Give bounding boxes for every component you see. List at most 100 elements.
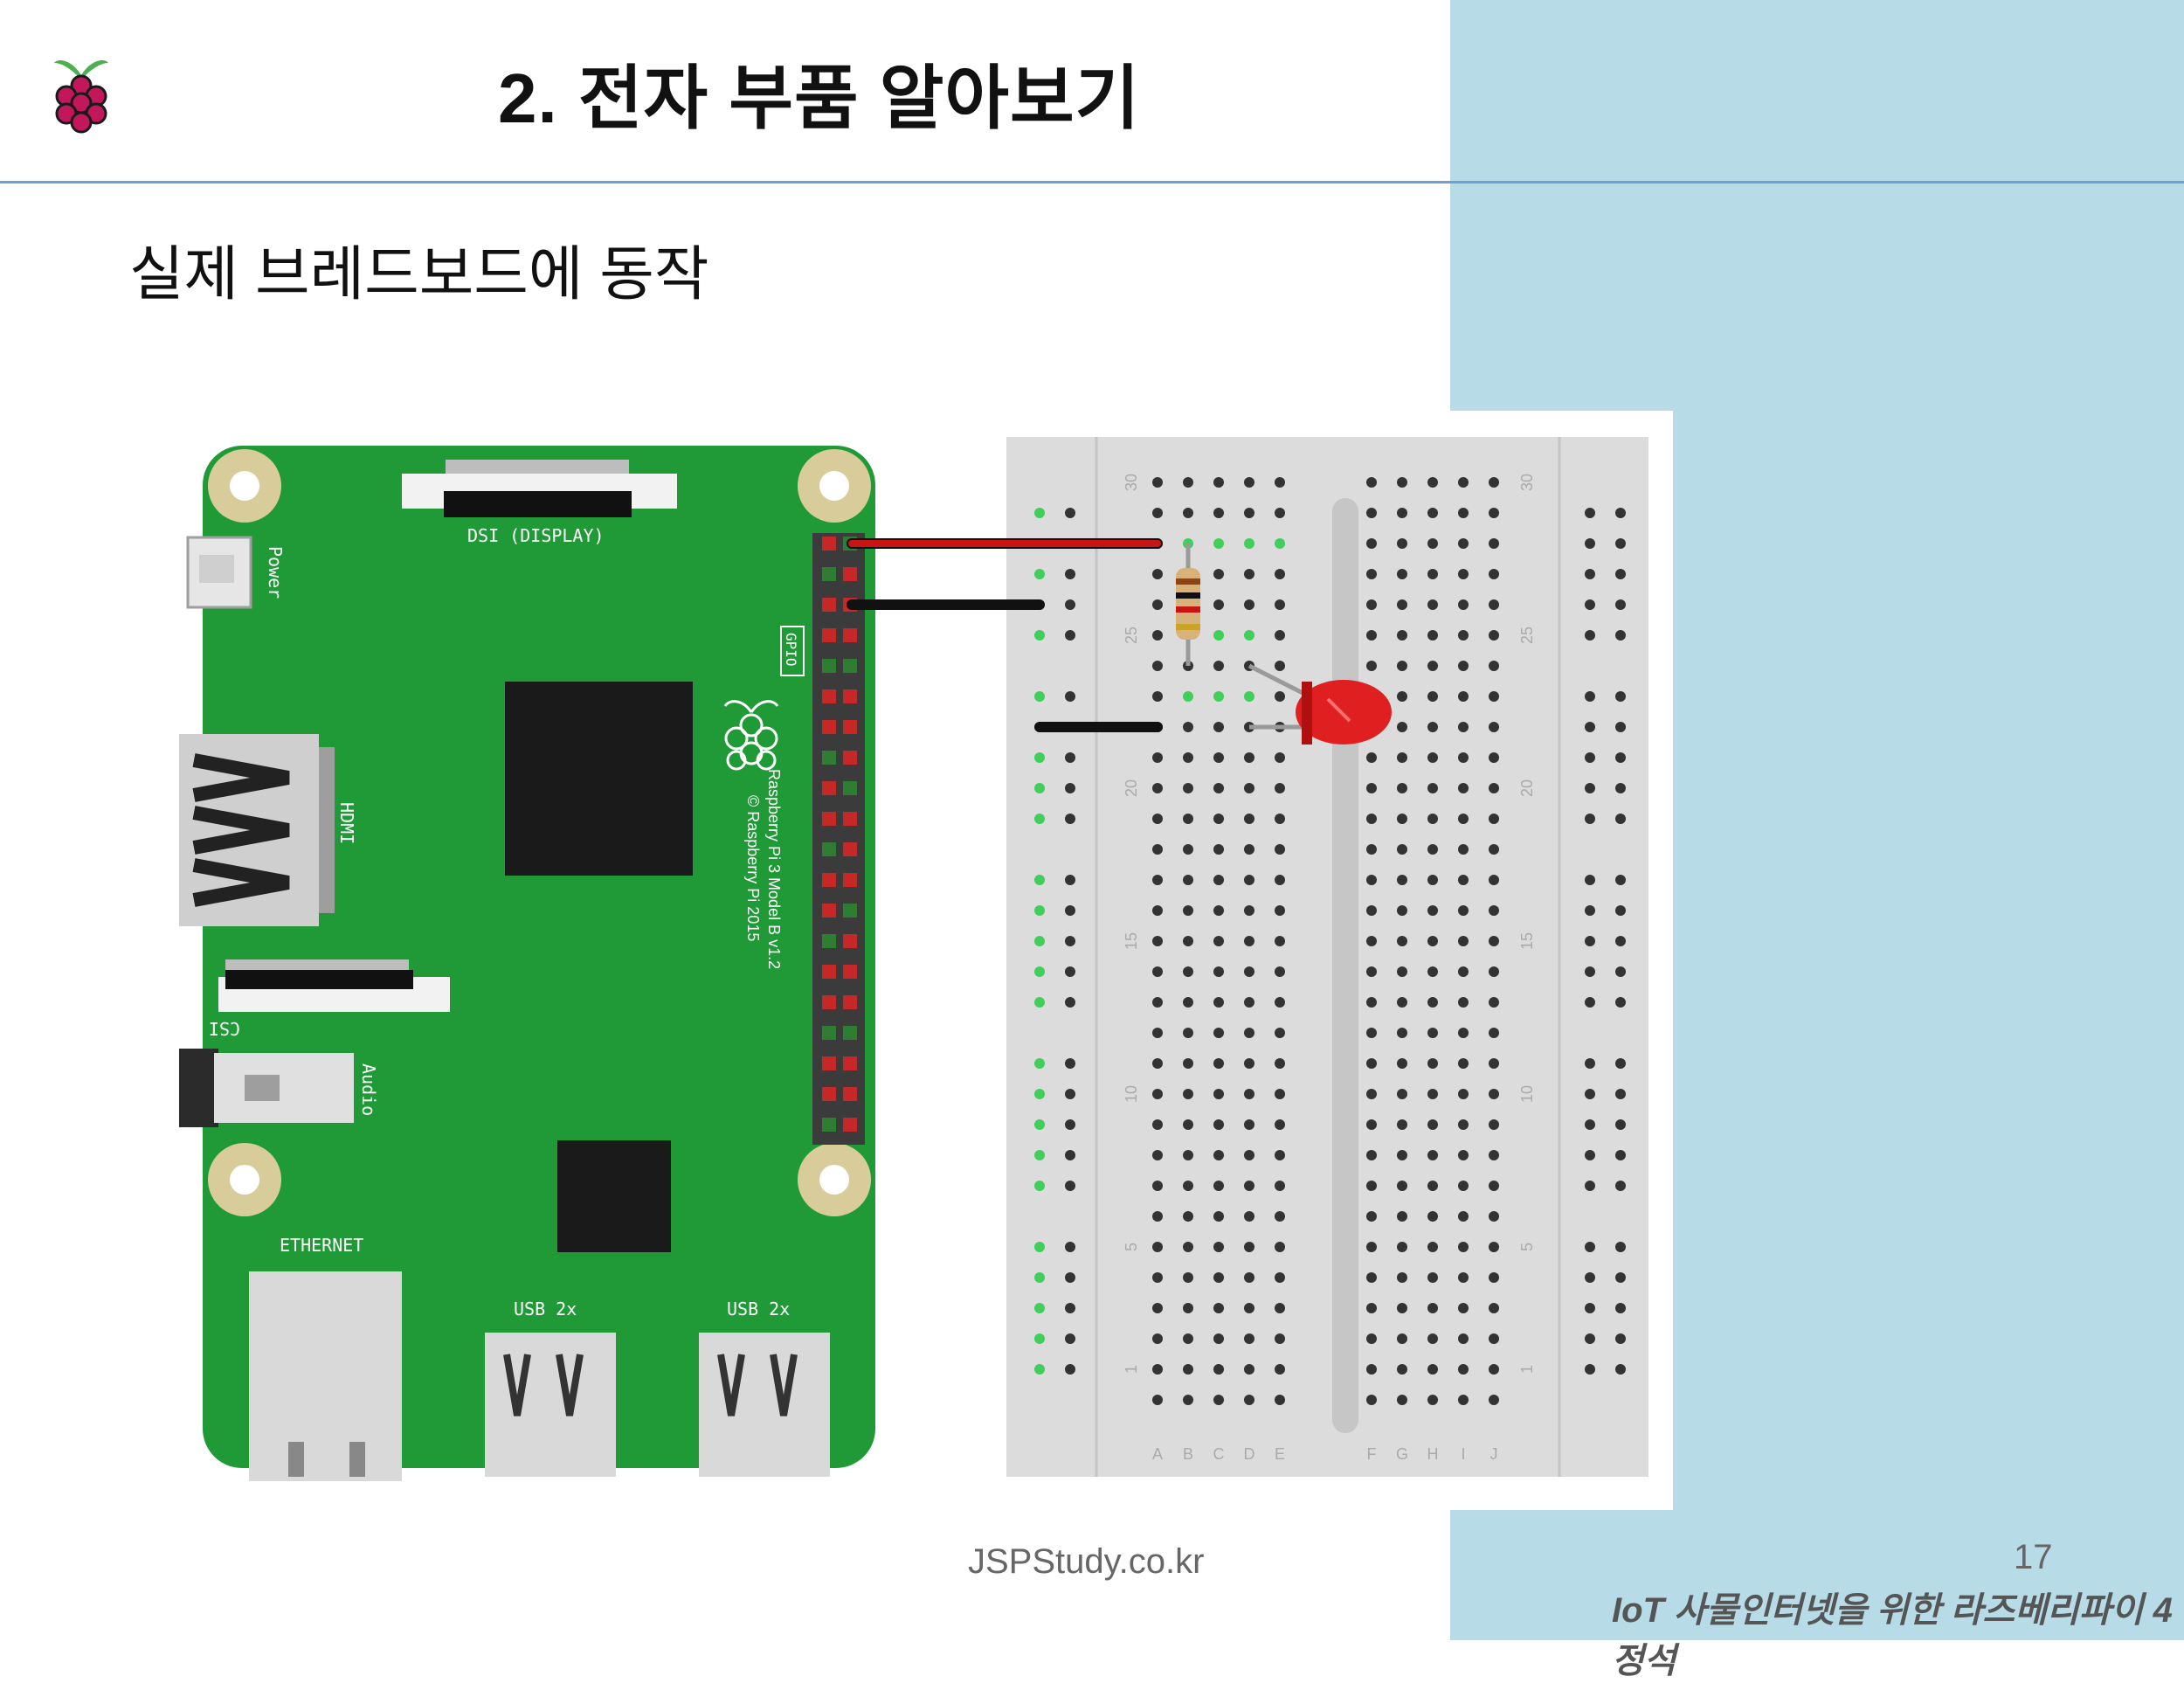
breadboard-hole (1275, 875, 1285, 885)
breadboard-hole (1213, 1119, 1224, 1130)
breadboard-hole (1152, 1364, 1163, 1375)
breadboard-hole (1183, 752, 1193, 763)
breadboard-hole (1152, 1211, 1163, 1222)
breadboard-hole (1183, 1272, 1193, 1283)
rail-hole (1065, 1089, 1075, 1099)
breadboard-hole (1427, 1181, 1438, 1191)
rail-hole (1585, 599, 1595, 610)
rail-hole (1034, 630, 1045, 641)
breadboard-hole (1458, 1150, 1469, 1160)
column-letter: B (1183, 1445, 1193, 1463)
breadboard-hole (1427, 599, 1438, 610)
column-letter: H (1427, 1445, 1439, 1463)
gpio-pin (822, 934, 836, 948)
breadboard-hole (1183, 1181, 1193, 1191)
rail-hole (1065, 1242, 1075, 1252)
breadboard-hole (1213, 599, 1224, 610)
breadboard-hole (1489, 966, 1499, 977)
breadboard-hole (1397, 1119, 1407, 1130)
breadboard-hole (1366, 630, 1377, 641)
rail-hole (1065, 1364, 1075, 1375)
rail-hole (1034, 1089, 1045, 1099)
breadboard-hole (1489, 1058, 1499, 1069)
breadboard-hole (1183, 1364, 1193, 1375)
breadboard-hole (1397, 569, 1407, 579)
breadboard-hole (1213, 1058, 1224, 1069)
breadboard-hole (1152, 966, 1163, 977)
breadboard-hole (1397, 691, 1407, 702)
gpio-pin (843, 1087, 857, 1101)
breadboard-hole (1427, 661, 1438, 671)
breadboard-hole (1427, 752, 1438, 763)
breadboard-hole (1458, 722, 1469, 732)
rail-hole (1615, 1364, 1626, 1375)
rail-hole (1034, 997, 1045, 1008)
gpio-pin (843, 965, 857, 979)
rail-hole (1065, 752, 1075, 763)
breadboard-hole (1427, 1058, 1438, 1069)
breadboard-hole (1213, 477, 1224, 488)
gpio-pin (822, 873, 836, 887)
breadboard-hole (1244, 1303, 1254, 1313)
breadboard-hole (1275, 1211, 1285, 1222)
rail-hole (1615, 722, 1626, 732)
breadboard-hole (1152, 569, 1163, 579)
breadboard-hole (1275, 752, 1285, 763)
breadboard-hole (1366, 1303, 1377, 1313)
breadboard-hole (1397, 875, 1407, 885)
breadboard-hole (1458, 814, 1469, 824)
rail-hole (1615, 691, 1626, 702)
wiring-diagram: DSI (DISPLAY) Power HDMI CSI (CAMERA) Au… (140, 411, 1673, 1510)
breadboard-hole (1366, 844, 1377, 855)
breadboard-hole (1275, 1150, 1285, 1160)
rail-hole (1585, 966, 1595, 977)
rail-hole (1615, 508, 1626, 518)
breadboard-hole (1458, 1211, 1469, 1222)
breadboard-hole (1397, 722, 1407, 732)
breadboard-hole (1244, 1395, 1254, 1405)
breadboard-hole (1183, 1089, 1193, 1099)
breadboard-hole (1213, 691, 1224, 702)
breadboard-hole (1458, 508, 1469, 518)
breadboard-hole (1213, 630, 1224, 641)
gpio-pin (822, 995, 836, 1009)
breadboard-hole (1458, 1395, 1469, 1405)
breadboard-hole (1275, 997, 1285, 1008)
breadboard-hole (1183, 875, 1193, 885)
breadboard-hole (1244, 1150, 1254, 1160)
breadboard-hole (1427, 1395, 1438, 1405)
breadboard-hole (1397, 1242, 1407, 1252)
breadboard-hole (1366, 599, 1377, 610)
rail-hole (1065, 1150, 1075, 1160)
rail-hole (1585, 936, 1595, 946)
rail-hole (1615, 1119, 1626, 1130)
breadboard-hole (1152, 814, 1163, 824)
gpio-pin (843, 842, 857, 856)
rail-hole (1065, 1272, 1075, 1283)
rail-hole (1034, 1333, 1045, 1344)
breadboard-hole (1244, 875, 1254, 885)
breadboard-hole (1213, 538, 1224, 549)
breadboard-hole (1275, 1058, 1285, 1069)
rail-hole (1585, 783, 1595, 793)
breadboard-hole (1213, 661, 1224, 671)
gpio-pin (822, 1056, 836, 1070)
breadboard-hole (1489, 997, 1499, 1008)
breadboard-hole (1427, 630, 1438, 641)
breadboard-hole (1213, 905, 1224, 916)
row-number: 5 (1123, 1243, 1140, 1251)
breadboard-hole (1366, 783, 1377, 793)
raspberry-logo-icon (54, 59, 108, 134)
model-label: Raspberry Pi 3 Model B v1.2 (765, 769, 783, 969)
dsi-label: DSI (DISPLAY) (467, 525, 605, 546)
breadboard-hole (1427, 1364, 1438, 1375)
breadboard-hole (1458, 1119, 1469, 1130)
breadboard-hole (1427, 936, 1438, 946)
rail-hole (1034, 1364, 1045, 1375)
rail-hole (1065, 1181, 1075, 1191)
breadboard-hole (1213, 722, 1224, 732)
rail-hole (1065, 783, 1075, 793)
rail-hole (1615, 630, 1626, 641)
row-number: 10 (1518, 1085, 1536, 1103)
csi-label: CSI (CAMERA) (140, 1018, 240, 1039)
